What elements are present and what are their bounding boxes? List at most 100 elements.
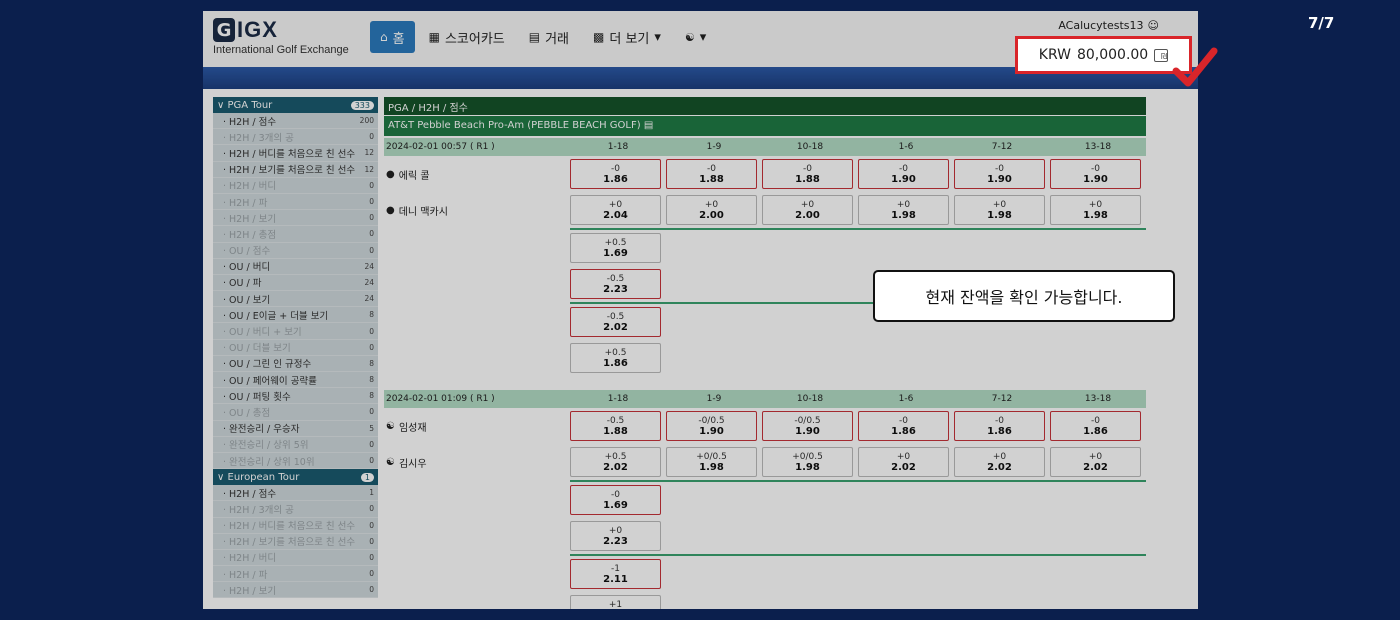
odds-cell[interactable]: -0.5 2.02: [570, 307, 661, 337]
sidebar-item-label: · OU / 파: [223, 278, 262, 290]
nav-scorecard[interactable]: ▦ 스코어카드: [419, 21, 515, 53]
player-row: ● 데니 맥카시 +0 2.04 +0 2.00 +0 2.00 +0 1.98 +0 1.98 +0 1…: [384, 192, 1146, 228]
odds-cell[interactable]: +0 2.04: [570, 195, 661, 225]
sidebar-item[interactable]: · OU / 버디 + 보기 0: [213, 323, 378, 340]
sidebar-section-pga[interactable]: ∨ PGA Tour 333: [213, 97, 378, 113]
odds-cell[interactable]: -0 1.86: [954, 411, 1045, 441]
odds-cell[interactable]: +0/0.5 1.98: [666, 447, 757, 477]
sidebar-item[interactable]: · OU / 더블 보기 0: [213, 339, 378, 356]
sidebar-item[interactable]: · H2H / 3개의 공 0: [213, 129, 378, 146]
odds-value: 1.88: [699, 173, 724, 185]
odds-cell[interactable]: -0 1.88: [762, 159, 853, 189]
sidebar-section-european[interactable]: ∨ European Tour 1: [213, 469, 378, 486]
sidebar-item-count: 0: [369, 520, 374, 530]
sidebar-item[interactable]: · OU / 버디 24: [213, 258, 378, 275]
column-header: 1-6: [898, 142, 914, 152]
odds-cell[interactable]: +11.78: [570, 595, 661, 609]
sidebar-item-count: 0: [369, 456, 374, 466]
logo-subtitle: International Golf Exchange: [213, 44, 349, 56]
odds-cell[interactable]: -0/0.5 1.90: [666, 411, 757, 441]
sidebar-item[interactable]: · H2H / 버디 0: [213, 177, 378, 194]
odds-cell[interactable]: +0 2.02: [1050, 447, 1141, 477]
odds-cell[interactable]: +0 1.98: [1050, 195, 1141, 225]
sidebar-item[interactable]: · H2H / 보기를 처음으로 친 선수 12: [213, 161, 378, 178]
odds-cell[interactable]: -0 1.86: [858, 411, 949, 441]
sidebar-item[interactable]: · H2H / 버디 0: [213, 549, 378, 567]
sidebar-item[interactable]: · H2H / 보기를 처음으로 친 선수 0: [213, 533, 378, 550]
sidebar-item[interactable]: · OU / 그린 인 규정수 8: [213, 355, 378, 372]
odds-cell[interactable]: -0 1.90: [1050, 159, 1141, 189]
odds-value: 1.98: [795, 461, 820, 473]
sidebar-item[interactable]: · OU / 파 24: [213, 274, 378, 292]
extra-line-row: -1 2.11: [384, 556, 1146, 592]
odds-cell[interactable]: +0 2.02: [954, 447, 1045, 477]
sidebar-item[interactable]: · OU / 총점 0: [213, 404, 378, 421]
sidebar-item[interactable]: · 완전승리 / 상위 10위 0: [213, 452, 378, 470]
sidebar-item[interactable]: · H2H / 파 0: [213, 566, 378, 583]
sidebar-item[interactable]: · H2H / 버디를 처음으로 친 선수 0: [213, 517, 378, 534]
odds-cell[interactable]: -0.5 1.88: [570, 411, 661, 441]
handicap: -0/0.5: [698, 415, 725, 426]
nav-home[interactable]: ⌂ 홈: [370, 21, 415, 53]
sidebar-item[interactable]: · OU / E이글 + 더블 보기 8: [213, 307, 378, 324]
sidebar-item[interactable]: · H2H / 보기 0: [213, 210, 378, 227]
odds-cell[interactable]: -1 2.11: [570, 559, 661, 589]
match-header: 2024-02-01 00:57 ( R1 ) 1-18 1-9 10-18 1-6 7-…: [384, 138, 1146, 156]
sidebar-item[interactable]: · H2H / 총점 0: [213, 226, 378, 243]
odds-cell[interactable]: -0 1.86: [570, 159, 661, 189]
nav-home-label: 홈: [392, 31, 405, 47]
column-header: 13-18: [1084, 142, 1112, 152]
handicap: -0: [611, 489, 620, 500]
sidebar-item[interactable]: · 완전승리 / 우승자 5: [213, 420, 378, 437]
odds-cell[interactable]: +0 2.02: [858, 447, 949, 477]
sidebar-item-label: · H2H / 버디를 처음으로 친 선수: [223, 148, 356, 160]
sidebar-item[interactable]: · OU / 퍼팅 횟수 8: [213, 388, 378, 405]
player-row: ☯ 임성재 -0.5 1.88 -0/0.5 1.90 -0/0.5 1.90 -0 1.86 -0…: [384, 408, 1146, 444]
odds-cell[interactable]: -0 1.88: [666, 159, 757, 189]
odds-value: 1.90: [987, 173, 1012, 185]
sidebar-item[interactable]: · H2H / 버디를 처음으로 친 선수 12: [213, 145, 378, 162]
odds-cell[interactable]: +0.5 1.69: [570, 233, 661, 263]
sidebar-item-count: 0: [369, 585, 374, 595]
sidebar-item[interactable]: · OU / 보기 24: [213, 291, 378, 308]
event-title: AT&T Pebble Beach Pro-Am (PEBBLE BEACH G…: [384, 116, 1146, 136]
sidebar-item[interactable]: · H2H / 파 0: [213, 193, 378, 211]
odds-cell[interactable]: +0 2.00: [762, 195, 853, 225]
odds-cell[interactable]: -0 1.90: [858, 159, 949, 189]
sidebar-item-label: · H2H / 버디를 처음으로 친 선수: [223, 521, 356, 533]
odds-cell[interactable]: +0 2.23: [570, 521, 661, 551]
odds-cell[interactable]: +0 1.98: [954, 195, 1045, 225]
odds-value: 1.69: [603, 499, 628, 511]
odds-cell[interactable]: +0 1.98: [858, 195, 949, 225]
wallet-icon[interactable]: ₪: [1154, 48, 1169, 62]
sidebar-item[interactable]: · H2H / 3개의 공 0: [213, 501, 378, 518]
odds-cell[interactable]: +0 2.00: [666, 195, 757, 225]
handicap: -0: [995, 163, 1004, 174]
language-selector[interactable]: ☯ ▾: [675, 21, 716, 53]
odds-cell[interactable]: -0/0.5 1.90: [762, 411, 853, 441]
odds-cell[interactable]: +0.5 1.86: [570, 343, 661, 373]
odds-cell[interactable]: -0 1.69: [570, 485, 661, 515]
odds-value: 1.98: [891, 209, 916, 221]
user-menu[interactable]: ACalucytests13 ☺: [1058, 19, 1159, 32]
sidebar-item[interactable]: · H2H / 보기 0: [213, 582, 378, 599]
sidebar-item[interactable]: · H2H / 점수 200: [213, 113, 378, 130]
odds-cell[interactable]: -0 1.90: [954, 159, 1045, 189]
info-icon[interactable]: ▤: [644, 120, 653, 131]
sidebar-item[interactable]: · OU / 페어웨이 공략률 8: [213, 372, 378, 389]
nav-trade[interactable]: ▤ 거래: [519, 21, 579, 53]
odds-cell[interactable]: -0.5 2.23: [570, 269, 661, 299]
column-header: 1-9: [706, 142, 722, 152]
nav-more[interactable]: ▩ 더 보기 ▾: [583, 21, 671, 53]
odds-cell[interactable]: -0 1.86: [1050, 411, 1141, 441]
sidebar-item-label: · H2H / 3개의 공: [223, 132, 294, 144]
odds-cell[interactable]: +0.5 2.02: [570, 447, 661, 477]
sidebar-item-count: 0: [369, 342, 374, 352]
odds-cell[interactable]: +0/0.5 1.98: [762, 447, 853, 477]
korea-flag-icon: ☯: [684, 30, 695, 44]
market-board: PGA / H2H / 점수 AT&T Pebble Beach Pro-Am …: [384, 97, 1146, 609]
logo[interactable]: G IGX International Golf Exchange: [213, 17, 349, 56]
sidebar-item[interactable]: · OU / 점수 0: [213, 242, 378, 259]
sidebar-item[interactable]: · H2H / 점수 1: [213, 485, 378, 502]
sidebar-item[interactable]: · 완전승리 / 상위 5위 0: [213, 436, 378, 453]
